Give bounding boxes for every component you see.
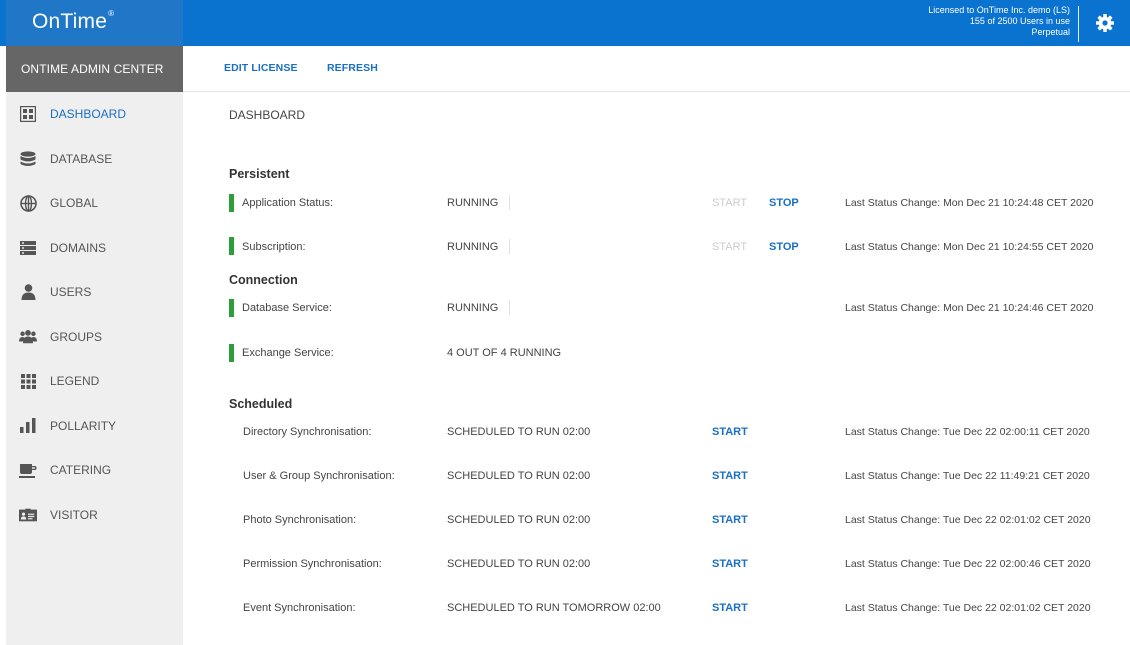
section-title-persistent: Persistent — [229, 167, 290, 181]
last-status-change: Last Status Change: Mon Dec 21 10:24:46 … — [845, 302, 1094, 314]
catering-icon — [19, 461, 37, 479]
edit-license-button[interactable]: EDIT LICENSE — [224, 62, 298, 74]
start-button[interactable]: START — [712, 602, 748, 614]
brand-area: OnTime® — [6, 0, 183, 46]
row-status: RUNNING — [447, 241, 499, 253]
stop-button[interactable]: STOP — [769, 241, 799, 253]
row-label: User & Group Synchronisation: — [243, 470, 395, 482]
start-button[interactable]: START — [712, 470, 748, 482]
row-status: RUNNING — [447, 302, 499, 314]
gear-icon[interactable] — [1095, 13, 1115, 33]
status-divider — [509, 300, 510, 315]
last-status-change: Last Status Change: Tue Dec 22 02:00:11 … — [845, 426, 1090, 438]
row-status: SCHEDULED TO RUN 02:00 — [447, 470, 591, 482]
top-header-bar: OnTime® Licensed to OnTime Inc. demo (LS… — [0, 0, 1130, 46]
running-indicator — [229, 344, 234, 362]
row-label: Subscription: — [242, 241, 306, 253]
start-button[interactable]: START — [712, 514, 748, 526]
sidebar-item-label: LEGEND — [50, 374, 100, 389]
start-button[interactable]: START — [712, 241, 747, 253]
running-indicator — [229, 299, 234, 317]
sidebar-item-pollarity[interactable]: POLLARITY — [6, 404, 183, 449]
refresh-button[interactable]: REFRESH — [327, 62, 378, 74]
last-status-change: Last Status Change: Tue Dec 22 02:00:46 … — [845, 558, 1091, 570]
row-label: Exchange Service: — [242, 347, 334, 359]
sidebar-item-dashboard[interactable]: DASHBOARD — [6, 92, 183, 137]
last-status-change: Last Status Change: Tue Dec 22 11:49:21 … — [845, 470, 1090, 482]
sidebar-item-label: GROUPS — [50, 329, 103, 344]
license-info: Licensed to OnTime Inc. demo (LS) 155 of… — [928, 5, 1070, 38]
sidebar-item-label: DOMAINS — [50, 240, 107, 255]
start-button[interactable]: START — [712, 197, 747, 209]
sidebar-item-legend[interactable]: LEGEND — [6, 359, 183, 404]
last-status-change: Last Status Change: Tue Dec 22 02:01:02 … — [845, 602, 1091, 614]
status-divider — [509, 195, 510, 210]
license-owner: Licensed to OnTime Inc. demo (LS) — [928, 5, 1070, 15]
poll-icon — [19, 417, 37, 435]
running-indicator — [229, 237, 234, 255]
sidebar-item-domains[interactable]: DOMAINS — [6, 226, 183, 271]
globe-icon — [19, 194, 37, 212]
start-button[interactable]: START — [712, 426, 748, 438]
logo-registered-mark: ® — [108, 9, 115, 18]
sidebar-item-label: USERS — [50, 285, 92, 300]
row-status: SCHEDULED TO RUN 02:00 — [447, 426, 591, 438]
page-title: DASHBOARD — [229, 108, 306, 122]
ontime-logo[interactable]: OnTime® — [32, 9, 115, 34]
sidebar-item-database[interactable]: DATABASE — [6, 137, 183, 182]
license-usage: 155 of 2500 Users in use — [969, 16, 1070, 26]
row-status: 4 OUT OF 4 RUNNING — [447, 347, 562, 359]
user-icon — [19, 283, 37, 301]
sidebar-item-global[interactable]: GLOBAL — [6, 181, 183, 226]
last-status-change: Last Status Change: Mon Dec 21 10:24:48 … — [845, 197, 1094, 209]
groups-icon — [19, 328, 37, 346]
database-icon — [19, 150, 37, 168]
section-title-scheduled: Scheduled — [229, 397, 293, 411]
visitor-icon — [19, 506, 37, 524]
header-divider — [1078, 6, 1079, 42]
stop-button[interactable]: STOP — [769, 197, 799, 209]
status-divider — [509, 239, 510, 254]
dashboard-icon — [19, 105, 37, 123]
row-status: SCHEDULED TO RUN 02:00 — [447, 514, 591, 526]
row-status: RUNNING — [447, 197, 499, 209]
legend-icon — [19, 372, 37, 390]
license-type: Perpetual — [1031, 27, 1070, 37]
section-title-connection: Connection — [229, 273, 298, 287]
sidebar-title: ONTIME ADMIN CENTER — [6, 46, 183, 92]
row-label: Database Service: — [242, 302, 332, 314]
sidebar-item-label: DATABASE — [50, 151, 113, 166]
last-status-change: Last Status Change: Mon Dec 21 10:24:55 … — [845, 241, 1094, 253]
domains-icon — [19, 239, 37, 257]
row-status: SCHEDULED TO RUN 02:00 — [447, 558, 591, 570]
sidebar-item-users[interactable]: USERS — [6, 270, 183, 315]
start-button[interactable]: START — [712, 558, 748, 570]
sidebar-item-visitor[interactable]: VISITOR — [6, 493, 183, 538]
sidebar-item-label: CATERING — [50, 463, 112, 478]
row-label: Application Status: — [242, 197, 334, 209]
sidebar-item-label: VISITOR — [50, 507, 98, 522]
sidebar-item-catering[interactable]: CATERING — [6, 448, 183, 493]
logo-text: OnTime — [32, 10, 108, 33]
row-label: Permission Synchronisation: — [243, 558, 382, 570]
row-label: Photo Synchronisation: — [243, 514, 357, 526]
sidebar-item-label: GLOBAL — [50, 196, 99, 211]
sidebar-item-label: POLLARITY — [50, 418, 117, 433]
row-label: Event Synchronisation: — [243, 602, 356, 614]
row-label: Directory Synchronisation: — [243, 426, 372, 438]
sidebar-item-label: DASHBOARD — [50, 107, 127, 122]
last-status-change: Last Status Change: Tue Dec 22 02:01:02 … — [845, 514, 1091, 526]
sidebar-item-groups[interactable]: GROUPS — [6, 315, 183, 360]
sidebar: ONTIME ADMIN CENTER DASHBOARD DATABASE G… — [6, 46, 183, 645]
toolbar: EDIT LICENSE REFRESH — [183, 46, 1130, 92]
row-status: SCHEDULED TO RUN TOMORROW 02:00 — [447, 602, 661, 614]
running-indicator — [229, 194, 234, 212]
